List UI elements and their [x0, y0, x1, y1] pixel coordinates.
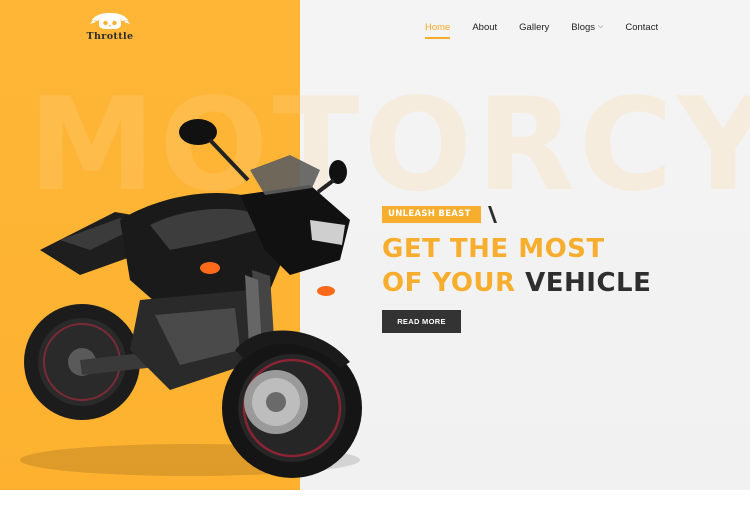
hero-badge: UNLEASH BEAST: [382, 206, 481, 223]
nav-label-home: Home: [425, 21, 451, 33]
motorcycle-image: [20, 119, 362, 478]
badge-slash-icon: [488, 206, 497, 223]
nav-item-gallery[interactable]: Gallery: [519, 22, 549, 33]
nav-item-contact[interactable]: Contact: [625, 22, 658, 33]
nav-label-about: About: [472, 21, 498, 33]
skull-helmet-icon: [90, 13, 130, 29]
headline-line-1: GET THE MOST: [382, 234, 605, 264]
headline-line-2-dark: VEHICLE: [525, 268, 652, 298]
headline-line-2-accent: OF YOUR: [382, 268, 516, 298]
brand-name: Throttle: [86, 31, 134, 42]
nav-label-blogs: Blogs: [571, 21, 596, 33]
read-more-button[interactable]: READ MORE: [382, 310, 461, 333]
brand-logo[interactable]: Throttle: [84, 12, 136, 42]
nav-item-home[interactable]: Home: [425, 21, 451, 39]
nav-label-gallery: Gallery: [519, 21, 550, 33]
main-nav: Home About Gallery Blogs ⌵ Contact: [425, 19, 680, 39]
nav-item-about[interactable]: About: [472, 22, 497, 33]
hero-page: MOTORCYCLE Throttle Home About Gallery B…: [0, 0, 750, 507]
chevron-down-icon: ⌵: [598, 23, 604, 30]
bottom-strip: [0, 490, 750, 507]
hero-headline: GET THE MOST OF YOUR VEHICLE: [382, 232, 651, 300]
nav-item-blogs[interactable]: Blogs ⌵: [571, 22, 603, 33]
nav-label-contact: Contact: [625, 21, 659, 33]
